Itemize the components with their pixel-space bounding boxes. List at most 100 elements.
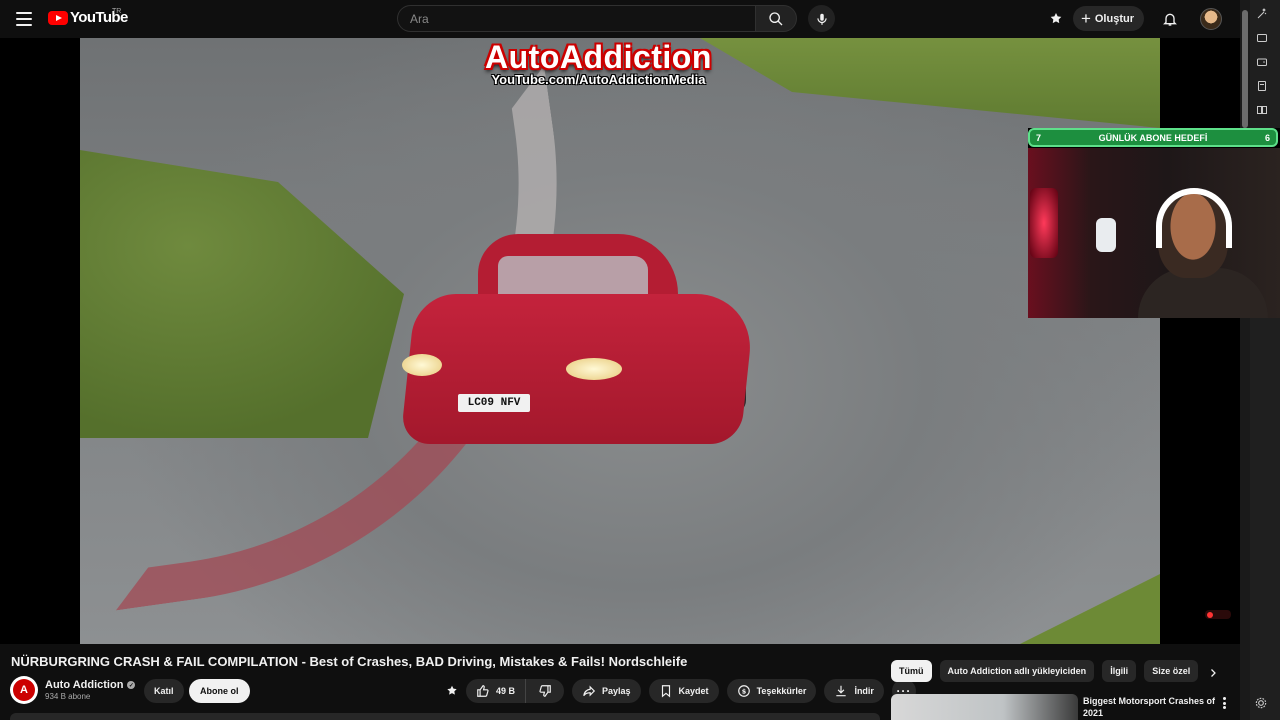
goal-label: GÜNLÜK ABONE HEDEFİ xyxy=(1098,132,1208,143)
create-button[interactable]: + Oluştur xyxy=(1072,6,1144,31)
page-scrollbar[interactable] xyxy=(1240,0,1250,720)
microphone xyxy=(1096,218,1116,252)
share-button[interactable]: Paylaş xyxy=(572,679,641,703)
microphone-icon xyxy=(816,13,827,25)
youtube-play-icon xyxy=(48,10,68,25)
license-plate: LC09 NFV xyxy=(458,394,530,412)
menu-line xyxy=(16,18,32,20)
chip-scroll-next-button[interactable] xyxy=(1204,664,1222,682)
dislike-button[interactable] xyxy=(526,679,565,703)
search-input[interactable] xyxy=(397,5,755,32)
like-button[interactable]: 49 B xyxy=(466,679,527,703)
side-panel-icons xyxy=(1254,6,1270,118)
share-icon xyxy=(583,685,596,697)
subscribe-button[interactable]: Abone ol xyxy=(189,679,250,703)
webcam-feed xyxy=(1028,148,1280,318)
search-box xyxy=(397,5,797,32)
thumbs-up-icon xyxy=(477,685,489,697)
super-thanks-icon: $ xyxy=(737,685,750,697)
save-button[interactable]: Kaydet xyxy=(648,679,719,703)
watermark-title: AutoAddiction xyxy=(485,39,712,75)
rgb-light xyxy=(1030,188,1058,258)
grass-area xyxy=(700,38,1160,128)
guide-menu-button[interactable] xyxy=(14,10,34,28)
scrollbar-thumb[interactable] xyxy=(1242,10,1248,128)
headset xyxy=(1156,188,1232,248)
notifications-button[interactable] xyxy=(1160,9,1180,29)
download-button[interactable]: İndir xyxy=(824,679,884,703)
join-button[interactable]: Katıl xyxy=(144,679,184,703)
description-panel-edge xyxy=(10,713,880,720)
channel-name: Auto Addiction xyxy=(45,679,124,691)
grass-area xyxy=(1020,574,1160,644)
like-count: 49 B xyxy=(496,686,516,696)
recommendation-menu-button[interactable] xyxy=(1218,696,1230,710)
red-car: LC09 NFV xyxy=(398,234,758,464)
subscriber-count: 934 B abone xyxy=(45,692,91,701)
search-icon xyxy=(769,11,783,25)
chip-all[interactable]: Tümü xyxy=(891,660,932,682)
like-dislike-group: 49 B xyxy=(466,679,565,703)
browser-side-panel xyxy=(1240,0,1280,720)
download-label: İndir xyxy=(854,686,874,696)
logo-country-code: TR xyxy=(112,8,122,15)
youtube-logo[interactable]: YouTube TR xyxy=(48,8,128,26)
masthead: YouTube TR + Oluştur xyxy=(0,0,1240,38)
menu-line xyxy=(16,12,32,14)
channel-avatar-letter: A xyxy=(13,679,35,701)
account-avatar[interactable] xyxy=(1200,7,1222,30)
thanks-button[interactable]: $ Teşekkürler xyxy=(726,679,817,703)
save-label: Kaydet xyxy=(678,686,709,696)
chip-for-you[interactable]: Size özel xyxy=(1144,660,1199,682)
channel-watermark: AutoAddiction YouTube.com/AutoAddictionM… xyxy=(485,40,712,87)
channel-info: Auto Addiction ✓ 934 B abone xyxy=(45,679,136,701)
car-headlight xyxy=(402,354,442,376)
voice-search-button[interactable] xyxy=(808,5,835,32)
webcam-overlay: 7 GÜNLÜK ABONE HEDEFİ 6 xyxy=(1028,128,1280,318)
record-indicator-icon xyxy=(1205,610,1231,619)
dot xyxy=(1222,701,1226,705)
bookmark-list-icon[interactable] xyxy=(1254,78,1270,94)
goal-target: 6 xyxy=(1264,132,1270,143)
chevron-right-icon xyxy=(1211,669,1216,677)
masthead-actions: + Oluştur xyxy=(1047,6,1222,31)
search-button[interactable] xyxy=(755,5,797,32)
share-label: Paylaş xyxy=(602,686,631,696)
bell-icon xyxy=(1163,13,1177,26)
chip-related[interactable]: İlgili xyxy=(1102,660,1137,682)
gear-icon[interactable] xyxy=(1254,696,1270,712)
plus-icon: + xyxy=(1080,9,1091,28)
thanks-label: Teşekkürler xyxy=(756,686,807,696)
related-filter-chips: Tümü Auto Addiction adlı yükleyiciden İl… xyxy=(891,660,1206,682)
download-icon xyxy=(836,685,847,697)
wallet-icon[interactable] xyxy=(1254,54,1270,70)
chip-from-uploader[interactable]: Auto Addiction adlı yükleyiciden xyxy=(939,660,1095,682)
video-actions: 49 B Paylaş Kaydet $ Teşekkürler İndir ·… xyxy=(442,679,916,703)
magic-icon[interactable] xyxy=(1254,6,1270,22)
create-label: Oluştur xyxy=(1094,12,1134,25)
menu-line xyxy=(16,24,32,26)
puzzle-star-icon xyxy=(447,685,457,695)
video-title: NÜRBURGRING CRASH & FAIL COMPILATION - B… xyxy=(11,654,688,669)
recommendation-thumbnail[interactable] xyxy=(891,694,1078,720)
subscriber-goal-bar: 7 GÜNLÜK ABONE HEDEFİ 6 xyxy=(1028,128,1278,147)
car-headlight xyxy=(566,358,622,380)
dot xyxy=(1222,697,1226,700)
verified-check-icon: ✓ xyxy=(127,681,136,689)
bookmark-icon xyxy=(661,685,670,698)
thumbs-down-icon xyxy=(539,685,551,697)
reading-icon[interactable] xyxy=(1254,102,1270,118)
recommendation-title[interactable]: Biggest Motorsport Crashes of 2021 xyxy=(1083,695,1218,719)
puzzle-star-icon xyxy=(1050,12,1062,23)
cast-icon[interactable] xyxy=(1254,30,1270,46)
channel-owner: A Auto Addiction ✓ 934 B abone xyxy=(10,676,136,704)
extension-action-button[interactable] xyxy=(442,679,462,703)
svg-text:$: $ xyxy=(741,687,746,695)
extension-icon[interactable] xyxy=(1047,10,1065,28)
watermark-url: YouTube.com/AutoAddictionMedia xyxy=(491,72,706,87)
video-frame[interactable]: LC09 NFV AutoAddiction YouTube.com/AutoA… xyxy=(80,38,1160,644)
channel-avatar[interactable]: A xyxy=(10,676,38,704)
goal-current: 7 xyxy=(1036,132,1042,143)
channel-name-link[interactable]: Auto Addiction ✓ xyxy=(45,679,136,691)
dot xyxy=(1222,706,1226,709)
